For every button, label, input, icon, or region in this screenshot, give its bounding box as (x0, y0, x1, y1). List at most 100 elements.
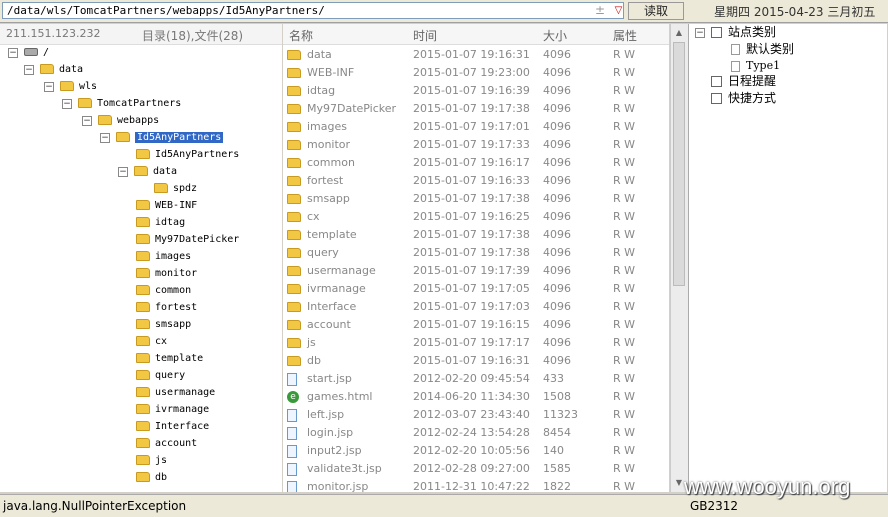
file-time: 2015-01-07 19:16:31 (413, 354, 530, 367)
tree-item[interactable]: My97DatePicker (136, 231, 239, 248)
file-row[interactable]: start.jsp 2012-02-20 09:45:54 433 R W (283, 370, 669, 388)
file-row[interactable]: images 2015-01-07 19:17:01 4096 R W (283, 118, 669, 136)
site-category-item[interactable]: 站点类别 (711, 24, 776, 41)
file-row[interactable]: query 2015-01-07 19:17:38 4096 R W (283, 244, 669, 262)
tree-collapse-icon[interactable]: − (62, 99, 72, 109)
file-row[interactable]: fortest 2015-01-07 19:16:33 4096 R W (283, 172, 669, 190)
column-attr[interactable]: 属性 (613, 27, 637, 44)
path-plus-icon[interactable]: ± (595, 3, 605, 18)
file-row[interactable]: monitor 2015-01-07 19:17:33 4096 R W (283, 136, 669, 154)
encoding-label[interactable]: GB2312 (690, 499, 738, 513)
path-input[interactable]: /data/wls/TomcatPartners/webapps/Id5AnyP… (2, 2, 624, 19)
shortcuts-item[interactable]: 快捷方式 (711, 90, 776, 107)
file-size: 4096 (543, 228, 571, 241)
row-icon-wrap (287, 190, 306, 208)
file-row[interactable]: input2.jsp 2012-02-20 10:05:56 140 R W (283, 442, 669, 460)
tree-item[interactable]: Id5AnyPartners (136, 146, 239, 163)
tree-item[interactable]: webapps (98, 112, 159, 129)
schedule-label: 日程提醒 (728, 74, 777, 88)
tree-collapse-icon[interactable]: − (44, 82, 54, 92)
row-icon-wrap (287, 82, 306, 100)
file-size: 4096 (543, 102, 571, 115)
tree-item[interactable]: images (136, 248, 191, 265)
tree-item[interactable]: fortest (136, 299, 197, 316)
file-name: usermanage (307, 264, 376, 277)
tree-item[interactable]: data (40, 61, 83, 78)
tree-item[interactable]: data (134, 163, 177, 180)
tree-item[interactable]: Id5AnyPartners (116, 129, 224, 146)
file-row[interactable]: js 2015-01-07 19:17:17 4096 R W (283, 334, 669, 352)
file-row[interactable]: WEB-INF 2015-01-07 19:23:00 4096 R W (283, 64, 669, 82)
file-row[interactable]: My97DatePicker 2015-01-07 19:17:38 4096 R W (283, 100, 669, 118)
tree-collapse-icon[interactable]: − (8, 48, 18, 58)
tree-item[interactable]: cx (136, 333, 167, 350)
tree-item-label: Interface (155, 421, 210, 432)
schedule-item[interactable]: 日程提醒 (711, 73, 776, 90)
tree-collapse-icon[interactable]: − (118, 167, 128, 177)
file-list-scrollbar[interactable]: ▲ ▼ (670, 24, 688, 492)
tree-item[interactable]: smsapp (136, 316, 191, 333)
tree-item[interactable]: WEB-INF (136, 197, 197, 214)
file-row[interactable]: login.jsp 2012-02-24 13:54:28 8454 R W (283, 424, 669, 442)
tree-item[interactable]: monitor (136, 265, 197, 282)
file-row[interactable]: smsapp 2015-01-07 19:17:38 4096 R W (283, 190, 669, 208)
file-icon (287, 426, 297, 440)
column-time[interactable]: 时间 (413, 27, 437, 44)
file-time: 2015-01-07 19:17:38 (413, 246, 530, 259)
file-name: query (307, 246, 339, 259)
html-file-icon: e (287, 391, 299, 403)
file-row[interactable]: idtag 2015-01-07 19:16:39 4096 R W (283, 82, 669, 100)
chevron-down-icon[interactable]: ▽ (611, 4, 626, 17)
tree-collapse-icon[interactable]: − (100, 133, 110, 143)
checkbox-icon[interactable] (711, 27, 722, 38)
file-row[interactable]: template 2015-01-07 19:17:38 4096 R W (283, 226, 669, 244)
tree-item[interactable]: spdz (154, 180, 197, 197)
default-category-item[interactable]: 默认类别 (731, 41, 794, 58)
tree-item[interactable]: common (136, 282, 191, 299)
file-attr: R W (613, 102, 636, 115)
file-time: 2012-02-20 09:45:54 (413, 372, 530, 385)
tree-item[interactable]: TomcatPartners (78, 95, 181, 112)
file-row[interactable]: data 2015-01-07 19:16:31 4096 R W (283, 46, 669, 64)
tree-item[interactable]: idtag (136, 214, 185, 231)
file-row[interactable]: account 2015-01-07 19:16:15 4096 R W (283, 316, 669, 334)
file-row[interactable]: monitor.jsp 2011-12-31 10:47:22 1822 R W (283, 478, 669, 492)
scroll-thumb[interactable] (673, 42, 685, 286)
file-row[interactable]: common 2015-01-07 19:16:17 4096 R W (283, 154, 669, 172)
tree-item[interactable]: Interface (136, 418, 209, 435)
read-button[interactable]: 读取 (628, 2, 684, 20)
tree-collapse-icon[interactable]: − (82, 116, 92, 126)
tree-item[interactable]: template (136, 350, 203, 367)
tree-item-label: usermanage (155, 387, 216, 398)
file-row[interactable]: e games.html 2014-06-20 11:34:30 1508 R W (283, 388, 669, 406)
tree-item[interactable]: / (24, 44, 49, 61)
tree-item[interactable]: query (136, 367, 185, 384)
tree-item[interactable]: wls (60, 78, 97, 95)
tree-collapse-icon[interactable]: − (24, 65, 34, 75)
folder-icon (287, 194, 301, 204)
folder-icon (287, 122, 301, 132)
column-size[interactable]: 大小 (543, 27, 567, 44)
tree-item[interactable]: account (136, 435, 197, 452)
scroll-up-icon[interactable]: ▲ (673, 26, 685, 40)
file-row[interactable]: left.jsp 2012-03-07 23:43:40 11323 R W (283, 406, 669, 424)
folder-icon (287, 86, 301, 96)
column-name[interactable]: 名称 (289, 27, 313, 44)
file-row[interactable]: ivrmanage 2015-01-07 19:17:05 4096 R W (283, 280, 669, 298)
tree-item[interactable]: ivrmanage (136, 401, 209, 418)
collapse-icon[interactable]: − (695, 28, 705, 38)
file-row[interactable]: Interface 2015-01-07 19:17:03 4096 R W (283, 298, 669, 316)
folder-icon (136, 285, 150, 295)
file-row[interactable]: cx 2015-01-07 19:16:25 4096 R W (283, 208, 669, 226)
file-row[interactable]: db 2015-01-07 19:16:31 4096 R W (283, 352, 669, 370)
tree-item[interactable]: usermanage (136, 384, 215, 401)
file-row[interactable]: validate3t.jsp 2012-02-28 09:27:00 1585 R W (283, 460, 669, 478)
file-row[interactable]: usermanage 2015-01-07 19:17:39 4096 R W (283, 262, 669, 280)
file-time: 2014-06-20 11:34:30 (413, 390, 530, 403)
folder-icon (136, 268, 150, 278)
file-time: 2012-03-07 23:43:40 (413, 408, 530, 421)
tree-item[interactable]: js (136, 452, 167, 469)
tree-item[interactable]: db (136, 469, 167, 486)
shortcut-icon (711, 93, 722, 104)
type1-item[interactable]: Type1 (731, 57, 780, 74)
